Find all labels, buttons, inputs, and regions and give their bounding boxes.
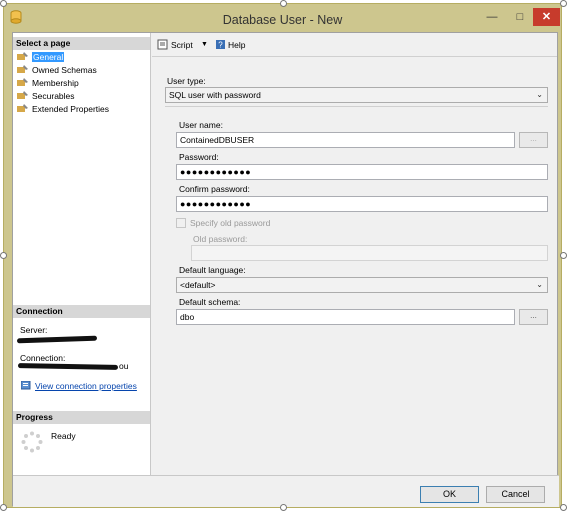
connection-header: Connection — [13, 305, 150, 318]
left-pane: Select a page General Owned Schemas Memb… — [13, 33, 151, 475]
page-item-label: Extended Properties — [32, 104, 110, 114]
view-connection-properties-link[interactable]: View connection properties — [20, 380, 137, 391]
title-bar[interactable]: Database User - New — □ ✕ — [4, 4, 561, 32]
dialog-window: Database User - New — □ ✕ Select a page … — [3, 3, 562, 508]
password-label: Password: — [179, 152, 219, 162]
resize-handle[interactable] — [560, 0, 567, 7]
resize-handle[interactable] — [560, 504, 567, 511]
wrench-icon — [17, 91, 28, 99]
default-language-value: <default> — [180, 280, 216, 290]
resize-handle[interactable] — [0, 0, 7, 7]
script-icon — [157, 39, 168, 50]
connection-label: Connection: — [20, 353, 66, 363]
resize-handle[interactable] — [0, 252, 7, 259]
checkbox-box — [176, 218, 186, 228]
script-dropdown-arrow-icon[interactable]: ▼ — [201, 41, 208, 48]
page-item-label: Owned Schemas — [32, 65, 97, 75]
svg-text:?: ? — [218, 41, 223, 50]
separator — [165, 106, 548, 107]
page-item-securables[interactable]: Securables — [17, 90, 75, 102]
connection-value-fragment: ou — [119, 361, 129, 371]
window-title: Database User - New — [222, 13, 343, 27]
resize-handle[interactable] — [0, 504, 7, 511]
page-item-label: Membership — [32, 78, 79, 88]
close-button[interactable]: ✕ — [533, 8, 560, 26]
old-password-input[interactable] — [191, 245, 548, 261]
redaction-scribble — [17, 363, 119, 370]
properties-icon — [20, 380, 31, 390]
page-item-label: General — [32, 52, 65, 62]
default-language-label: Default language: — [179, 265, 246, 275]
resize-handle[interactable] — [280, 504, 287, 511]
confirm-password-input[interactable]: ●●●●●●●●●●●● — [176, 196, 548, 212]
default-language-combo[interactable]: <default> ⌄ — [176, 277, 548, 293]
wrench-icon — [17, 52, 28, 60]
user-name-input[interactable]: ContainedDBUSER — [176, 132, 515, 148]
select-page-header: Select a page — [13, 37, 150, 50]
view-connection-properties-label: View connection properties — [35, 381, 137, 391]
user-type-combo[interactable]: SQL user with password ⌄ — [165, 87, 548, 103]
user-name-browse-button[interactable]: ... — [519, 132, 548, 148]
confirm-password-label: Confirm password: — [179, 184, 250, 194]
default-schema-label: Default schema: — [179, 297, 241, 307]
default-schema-input[interactable]: dbo — [176, 309, 515, 325]
client-area: Select a page General Owned Schemas Memb… — [12, 32, 559, 507]
resize-handle[interactable] — [280, 0, 287, 7]
specify-old-password-checkbox[interactable]: Specify old password — [176, 218, 270, 228]
specify-old-password-label: Specify old password — [190, 218, 271, 228]
default-schema-browse-button[interactable]: ... — [519, 309, 548, 325]
page-item-membership[interactable]: Membership — [17, 77, 79, 89]
progress-spinner-icon — [21, 431, 43, 453]
progress-header: Progress — [13, 411, 150, 424]
cancel-button[interactable]: Cancel — [486, 486, 545, 503]
help-icon: ? — [216, 40, 225, 50]
page-item-extended-properties[interactable]: Extended Properties — [17, 103, 109, 115]
password-input[interactable]: ●●●●●●●●●●●● — [176, 164, 548, 180]
user-type-value: SQL user with password — [169, 90, 261, 100]
page-item-label: Securables — [32, 91, 75, 101]
right-pane: Script ▼ ? Help User type: SQL user with … — [152, 33, 557, 475]
page-item-owned-schemas[interactable]: Owned Schemas — [17, 64, 97, 76]
help-label: Help — [228, 40, 246, 50]
toolbar: Script ▼ ? Help — [152, 33, 557, 57]
user-type-label: User type: — [167, 76, 206, 86]
maximize-button[interactable]: □ — [507, 8, 533, 26]
resize-handle[interactable] — [560, 252, 567, 259]
script-label: Script — [171, 40, 193, 50]
wrench-icon — [17, 65, 28, 73]
wrench-icon — [17, 78, 28, 86]
old-password-label: Old password: — [193, 234, 248, 244]
wrench-icon — [17, 104, 28, 112]
progress-status: Ready — [51, 431, 76, 441]
server-label: Server: — [20, 325, 48, 335]
chevron-down-icon: ⌄ — [536, 90, 543, 99]
chevron-down-icon: ⌄ — [536, 280, 543, 289]
button-bar: OK Cancel — [13, 475, 559, 507]
page-item-general[interactable]: General — [17, 51, 65, 63]
script-button[interactable]: Script — [157, 39, 193, 50]
ok-button[interactable]: OK — [420, 486, 479, 503]
help-button[interactable]: ? Help — [215, 39, 245, 50]
minimize-button[interactable]: — — [479, 8, 505, 26]
user-name-label: User name: — [179, 120, 223, 130]
redaction-scribble — [16, 335, 98, 344]
